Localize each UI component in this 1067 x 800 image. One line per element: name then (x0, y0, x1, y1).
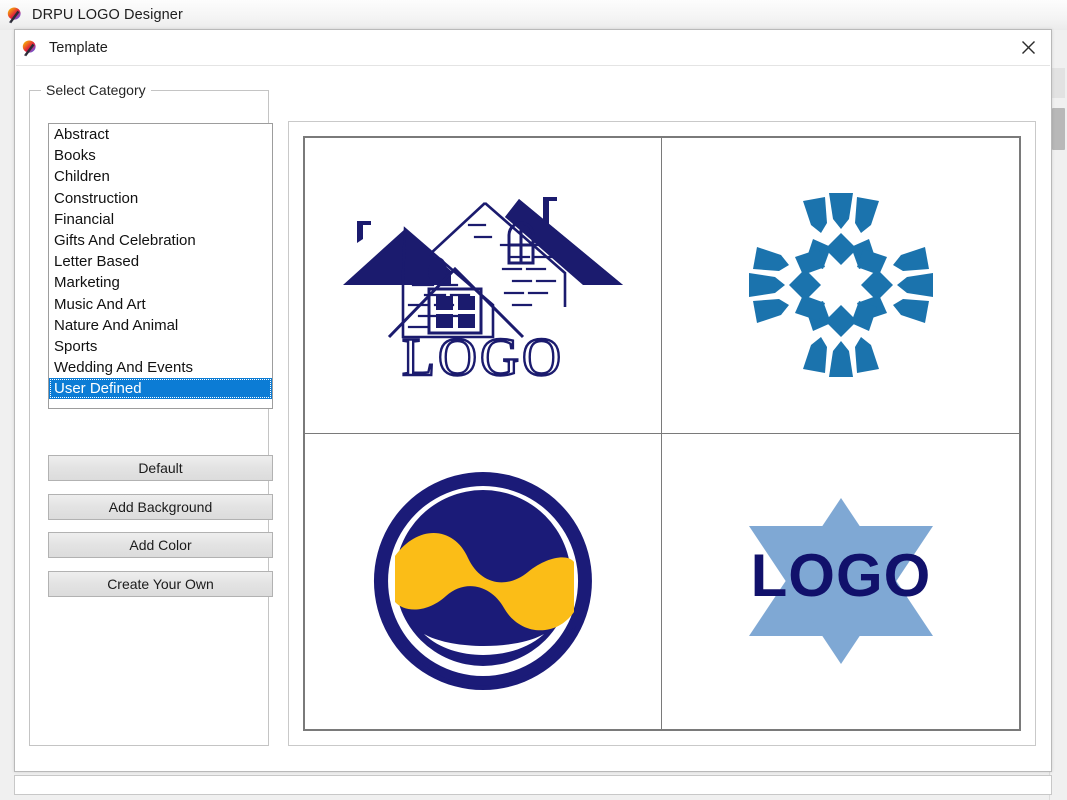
scrollbar-thumb[interactable] (1052, 108, 1065, 150)
category-list-item[interactable]: Gifts And Celebration (49, 230, 272, 251)
category-list-item[interactable]: Abstract (49, 124, 272, 145)
category-list-item[interactable]: Wedding And Events (49, 357, 272, 378)
house-roofs-with-logo-text-icon: LOGO (343, 197, 623, 385)
category-list-item[interactable]: Marketing (49, 272, 272, 293)
category-listbox[interactable]: Abstract Books Children Construction Financi… (48, 123, 273, 409)
svg-text:LOGO: LOGO (750, 542, 931, 609)
create-your-own-button[interactable]: Create Your Own (48, 571, 273, 597)
template-dialog-title: Template (49, 39, 108, 56)
svg-text:LOGO: LOGO (402, 327, 564, 385)
close-button[interactable] (1005, 30, 1051, 64)
close-icon (1021, 40, 1036, 55)
application-titlebar: DRPU LOGO Designer (0, 0, 1067, 31)
template-grid: LOGO LOGO (303, 136, 1021, 731)
geometric-snowflake-mandala-icon (748, 193, 933, 378)
category-list-item[interactable]: User Defined (49, 378, 272, 400)
template-preview-panel: LOGO LOGO (288, 121, 1036, 746)
scrollbar-track-upper[interactable] (1052, 68, 1065, 98)
template-dialog-titlebar: Template (15, 30, 1051, 65)
category-list-item[interactable]: Construction (49, 188, 272, 209)
select-category-label: Select Category (41, 82, 151, 98)
category-list-item[interactable]: Nature And Animal (49, 315, 272, 336)
category-list-item[interactable]: Books (49, 145, 272, 166)
category-list-item[interactable]: Financial (49, 209, 272, 230)
default-button[interactable]: Default (48, 455, 273, 481)
navy-circle-with-yellow-wave-icon (373, 472, 592, 691)
template-house-logo[interactable]: LOGO (305, 138, 662, 434)
add-color-button[interactable]: Add Color (48, 532, 273, 558)
logo-designer-app-icon (6, 6, 24, 24)
application-status-strip (14, 775, 1052, 795)
template-dialog-body: Select Category Abstract Books Children Con… (16, 65, 1050, 770)
application-window: DRPU LOGO Designer Template Select Categ… (0, 0, 1067, 800)
application-title: DRPU LOGO Designer (32, 7, 183, 23)
template-circle-wave[interactable] (305, 433, 662, 729)
template-star-logo[interactable]: LOGO (662, 433, 1019, 729)
logo-designer-app-icon (21, 39, 39, 57)
category-list-item[interactable]: Sports (49, 336, 272, 357)
six-point-star-with-logo-text-icon: LOGO (748, 498, 933, 665)
select-category-groupbox: Select Category Abstract Books Children Con… (29, 82, 273, 746)
add-background-button[interactable]: Add Background (48, 494, 273, 520)
template-dialog: Template Select Category Abstract Books Ch… (14, 29, 1052, 772)
template-geometric-snowflake[interactable] (662, 138, 1019, 434)
category-list-item[interactable]: Letter Based (49, 251, 272, 272)
category-list-item[interactable]: Music And Art (49, 294, 272, 315)
category-list-item[interactable]: Children (49, 166, 272, 187)
